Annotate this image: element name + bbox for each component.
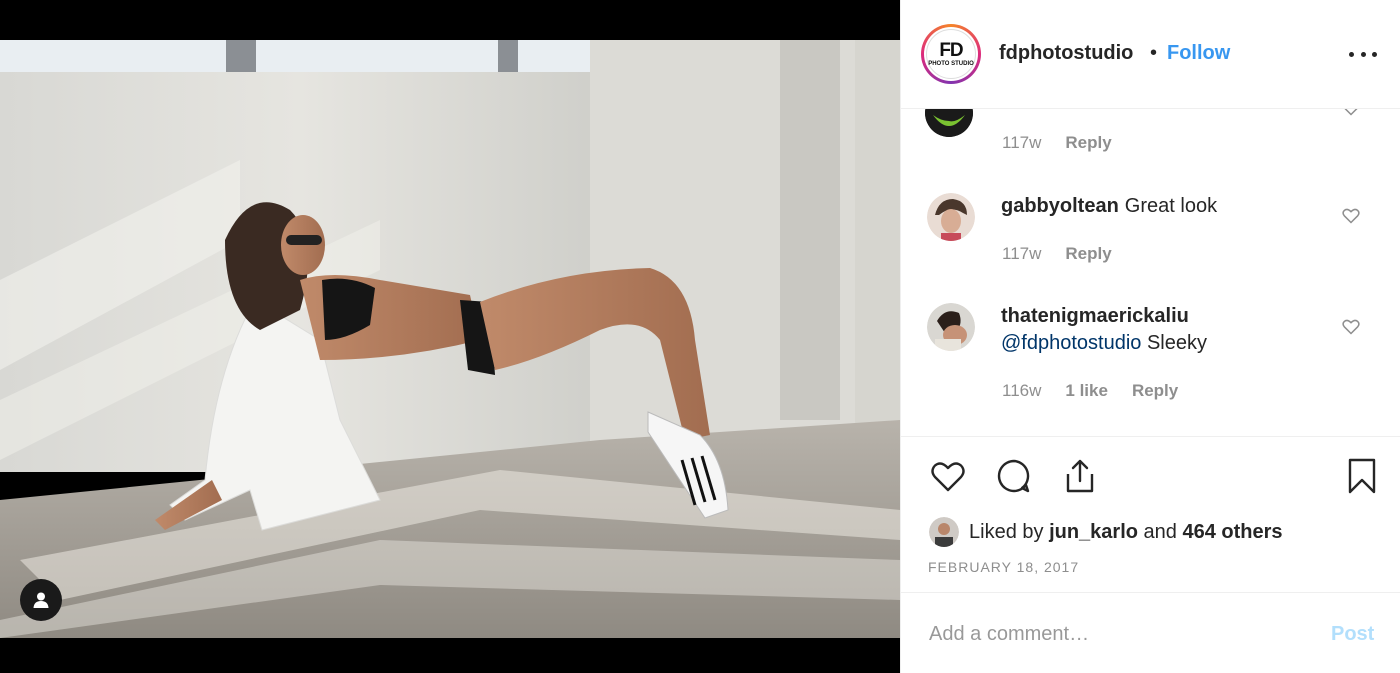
profile-avatar[interactable]: FD PHOTO STUDIO [921,24,981,84]
bookmark-icon[interactable] [1343,457,1381,495]
like-comment-icon[interactable] [1341,109,1361,117]
comment-meta: 116w 1 like Reply [1002,381,1178,401]
comment-username[interactable]: thatenigmaerickaliu [1001,305,1189,327]
liked-by-summary: Liked by jun_karlo and 464 others [929,517,1283,547]
liker-username[interactable]: jun_karlo [1049,521,1138,544]
photo-illustration [0,40,900,638]
liker-avatar[interactable] [929,517,959,547]
comment-input[interactable] [929,619,1309,649]
comment-meta: 117w Reply [1002,244,1112,264]
liked-by-prefix: Liked by [969,520,1044,543]
likes-others-link[interactable]: 464 others [1182,521,1282,544]
post-comment-button[interactable]: Post [1331,623,1374,646]
comment-text: thatenigmaerickaliu @fdphotostudio Sleek… [1001,303,1321,357]
comment-username[interactable]: gabbyoltean [1001,195,1119,217]
reply-button[interactable]: Reply [1065,244,1111,263]
comment-text: gabbyoltean Great look [1001,193,1321,220]
post-side-panel: FD PHOTO STUDIO fdphotostudio • Follow 1… [900,0,1400,673]
separator-dot: • [1150,42,1158,64]
post-header: FD PHOTO STUDIO fdphotostudio • Follow [901,0,1400,109]
comment-body: Sleeky [1146,332,1207,354]
post-date: FEBRUARY 18, 2017 [928,559,1080,575]
comment-meta: 117w Reply [1002,133,1112,153]
comment-time: 116w [1002,381,1042,400]
studio-logo: FD PHOTO STUDIO [926,29,976,79]
share-upload-icon[interactable] [1061,457,1099,495]
like-comment-icon[interactable] [1341,316,1361,336]
tagged-users-button[interactable] [20,579,62,621]
commenter-avatar[interactable] [927,193,975,241]
commenter-avatar[interactable] [925,109,973,137]
more-options-icon[interactable] [1349,44,1377,64]
post-actions: Liked by jun_karlo and 464 others FEBRUA… [901,437,1400,593]
comment-time: 117w [1002,133,1042,152]
commenter-avatar[interactable] [927,303,975,351]
post-photo[interactable] [0,40,900,638]
reply-button[interactable]: Reply [1132,381,1178,400]
logo-text: FD [939,40,963,61]
like-comment-icon[interactable] [1341,205,1361,225]
comments-list[interactable]: 117w Reply gabbyoltean Great look 117w Repl… [901,109,1400,437]
liked-by-and: and [1143,520,1177,543]
post-username[interactable]: fdphotostudio [999,42,1133,65]
add-comment-bar: Post [901,593,1400,673]
comment-likes[interactable]: 1 like [1065,381,1108,400]
comment-body: Great look [1124,195,1218,217]
comment-time: 117w [1002,244,1042,263]
user-icon [33,592,49,608]
reply-button[interactable]: Reply [1065,133,1111,152]
like-heart-icon[interactable] [929,457,967,495]
comment-mention[interactable]: @fdphotostudio [1001,332,1141,354]
photo-pane [0,0,900,673]
follow-button[interactable]: Follow [1167,42,1230,65]
comment-bubble-icon[interactable] [995,457,1033,495]
logo-subtext: PHOTO STUDIO [928,61,974,67]
